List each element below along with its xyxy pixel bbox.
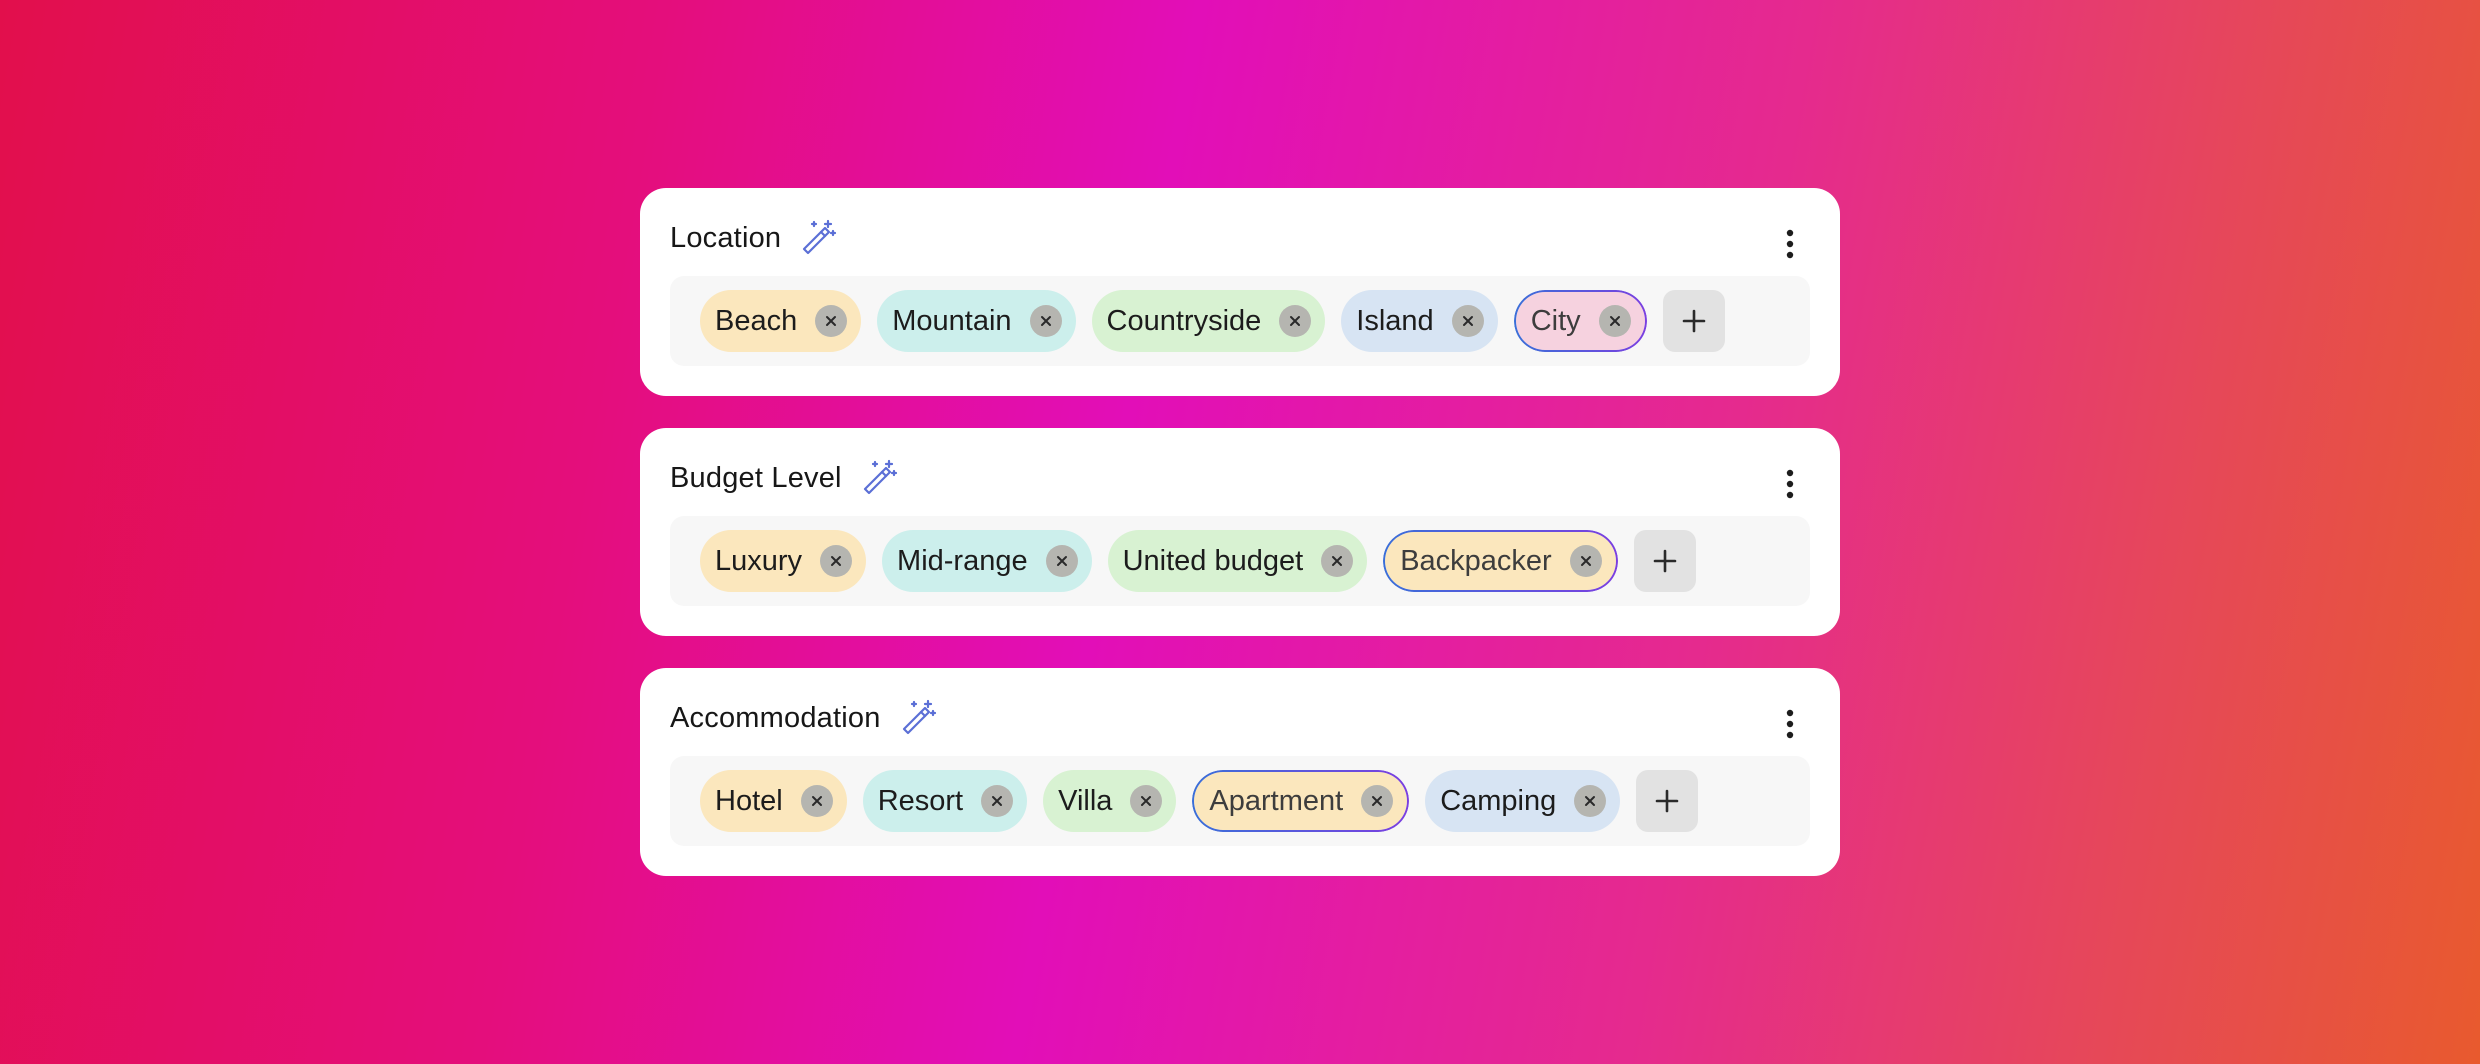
close-icon	[1462, 316, 1473, 326]
card-title: Accommodation	[670, 701, 881, 734]
close-icon	[1141, 796, 1152, 806]
tag-label: Countryside	[1106, 304, 1262, 337]
tag-chip[interactable]: Luxury	[700, 530, 867, 592]
tag-chip[interactable]: Villa	[1043, 770, 1177, 832]
close-icon	[1040, 316, 1051, 326]
accommodation-card: Accommodation Hotel Resort Villa Apartme…	[640, 668, 1840, 876]
close-icon	[1585, 796, 1596, 806]
tag-label: Backpacker	[1400, 544, 1552, 577]
remove-tag-button[interactable]	[1451, 305, 1484, 337]
close-icon	[826, 316, 837, 326]
remove-tag-button[interactable]	[800, 785, 833, 817]
tag-label: Camping	[1440, 784, 1557, 817]
tag-label: Mountain	[892, 304, 1012, 337]
tag-list: Hotel Resort Villa Apartment Camping	[670, 756, 1810, 846]
card-header: Budget Level	[670, 454, 1810, 502]
close-icon	[992, 796, 1003, 806]
remove-tag-button[interactable]	[815, 305, 848, 337]
add-tag-button[interactable]	[1662, 290, 1725, 352]
remove-tag-button[interactable]	[1029, 305, 1062, 337]
plus-icon	[1653, 549, 1677, 573]
tag-chip[interactable]: Beach	[700, 290, 862, 352]
tag-label: United budget	[1122, 544, 1304, 577]
plus-icon	[1682, 309, 1705, 333]
close-icon	[1609, 316, 1620, 326]
close-icon	[1056, 556, 1067, 566]
magic-wand-icon[interactable]	[899, 699, 937, 737]
card-title: Budget Level	[670, 461, 842, 494]
tag-chip[interactable]: Mid-range	[882, 530, 1092, 592]
magic-wand-icon[interactable]	[799, 219, 837, 257]
tag-label: Villa	[1058, 784, 1113, 817]
tag-chip[interactable]: Countryside	[1091, 290, 1326, 352]
tag-chip[interactable]: Resort	[862, 770, 1028, 832]
tag-label: Apartment	[1209, 784, 1344, 817]
close-icon	[1580, 556, 1591, 566]
tag-chip[interactable]: Camping	[1425, 770, 1621, 832]
more-vertical-icon	[1786, 709, 1794, 739]
location-card: Location Beach Mountain Countryside Isla…	[640, 188, 1840, 396]
more-vertical-icon	[1786, 469, 1794, 499]
more-vertical-icon	[1786, 229, 1794, 259]
tag-label: Hotel	[715, 784, 783, 817]
tag-list: Luxury Mid-range United budget Backpacke…	[670, 516, 1810, 606]
remove-tag-button[interactable]	[1130, 785, 1163, 817]
remove-tag-button[interactable]	[1361, 785, 1394, 817]
remove-tag-button[interactable]	[1598, 305, 1631, 337]
close-icon	[811, 796, 822, 806]
remove-tag-button[interactable]	[820, 545, 853, 577]
tag-label: Island	[1356, 304, 1434, 337]
magic-wand-icon[interactable]	[860, 459, 898, 497]
card-title: Location	[670, 221, 782, 254]
card-header: Accommodation	[670, 694, 1810, 742]
tag-chip[interactable]: Island	[1341, 290, 1498, 352]
more-options-button[interactable]	[1774, 222, 1806, 266]
card-header: Location	[670, 214, 1810, 262]
close-icon	[1332, 556, 1343, 566]
tag-label: City	[1530, 304, 1581, 337]
more-options-button[interactable]	[1774, 462, 1806, 506]
close-icon	[1290, 316, 1301, 326]
plus-icon	[1655, 789, 1679, 813]
close-icon	[1372, 796, 1383, 806]
remove-tag-button[interactable]	[1045, 545, 1078, 577]
tag-label: Mid-range	[897, 544, 1028, 577]
close-icon	[831, 556, 842, 566]
add-tag-button[interactable]	[1636, 770, 1699, 832]
remove-tag-button[interactable]	[1321, 545, 1354, 577]
add-tag-button[interactable]	[1633, 530, 1696, 592]
more-options-button[interactable]	[1774, 702, 1806, 746]
remove-tag-button[interactable]	[1574, 785, 1607, 817]
remove-tag-button[interactable]	[1569, 545, 1602, 577]
tag-label: Beach	[715, 304, 798, 337]
remove-tag-button[interactable]	[1279, 305, 1312, 337]
tag-chip-selected[interactable]: Apartment	[1192, 770, 1409, 832]
tag-chip[interactable]: Hotel	[700, 770, 847, 832]
tag-chip-selected[interactable]: Backpacker	[1383, 530, 1618, 592]
tag-chip[interactable]: Mountain	[877, 290, 1076, 352]
filter-cards: Location Beach Mountain Countryside Isla…	[640, 188, 1840, 876]
tag-chip[interactable]: United budget	[1107, 530, 1368, 592]
budget-level-card: Budget Level Luxury Mid-range United bud…	[640, 428, 1840, 636]
tag-chip-selected[interactable]: City	[1514, 290, 1647, 352]
remove-tag-button[interactable]	[981, 785, 1014, 817]
tag-label: Resort	[877, 784, 964, 817]
tag-list: Beach Mountain Countryside Island City	[670, 276, 1810, 366]
tag-label: Luxury	[715, 544, 803, 577]
